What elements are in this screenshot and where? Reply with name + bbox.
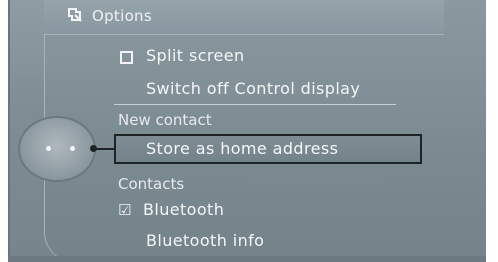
idrive-screen: Options Split screen Switch off Control … bbox=[0, 0, 498, 262]
section-header-new-contact: New contact bbox=[118, 111, 212, 129]
menu-item-store-home-address[interactable]: Store as home address bbox=[146, 138, 338, 160]
options-icon bbox=[66, 6, 84, 24]
controller-knob-icon bbox=[20, 118, 94, 180]
menu-item-bluetooth[interactable]: Bluetooth bbox=[143, 199, 224, 221]
menu-panel bbox=[44, 0, 496, 262]
menu-item-bluetooth-info[interactable]: Bluetooth info bbox=[146, 230, 264, 252]
section-header-contacts: Contacts bbox=[118, 175, 185, 193]
menu-item-split-screen[interactable]: Split screen bbox=[146, 45, 245, 67]
menu-divider bbox=[114, 104, 396, 105]
bluetooth-checkbox-checked[interactable]: ☑ bbox=[118, 200, 131, 220]
selection-pointer-line bbox=[94, 148, 114, 150]
page-margin bbox=[486, 0, 498, 262]
bezel-bottom bbox=[8, 256, 486, 262]
selection-pointer-dot bbox=[90, 145, 97, 152]
controller-left-dot bbox=[46, 146, 51, 151]
menu-item-switch-off-display[interactable]: Switch off Control display bbox=[146, 78, 360, 100]
split-screen-checkbox[interactable] bbox=[120, 51, 133, 64]
page-title: Options bbox=[92, 7, 152, 25]
controller-right-dot bbox=[70, 146, 75, 151]
